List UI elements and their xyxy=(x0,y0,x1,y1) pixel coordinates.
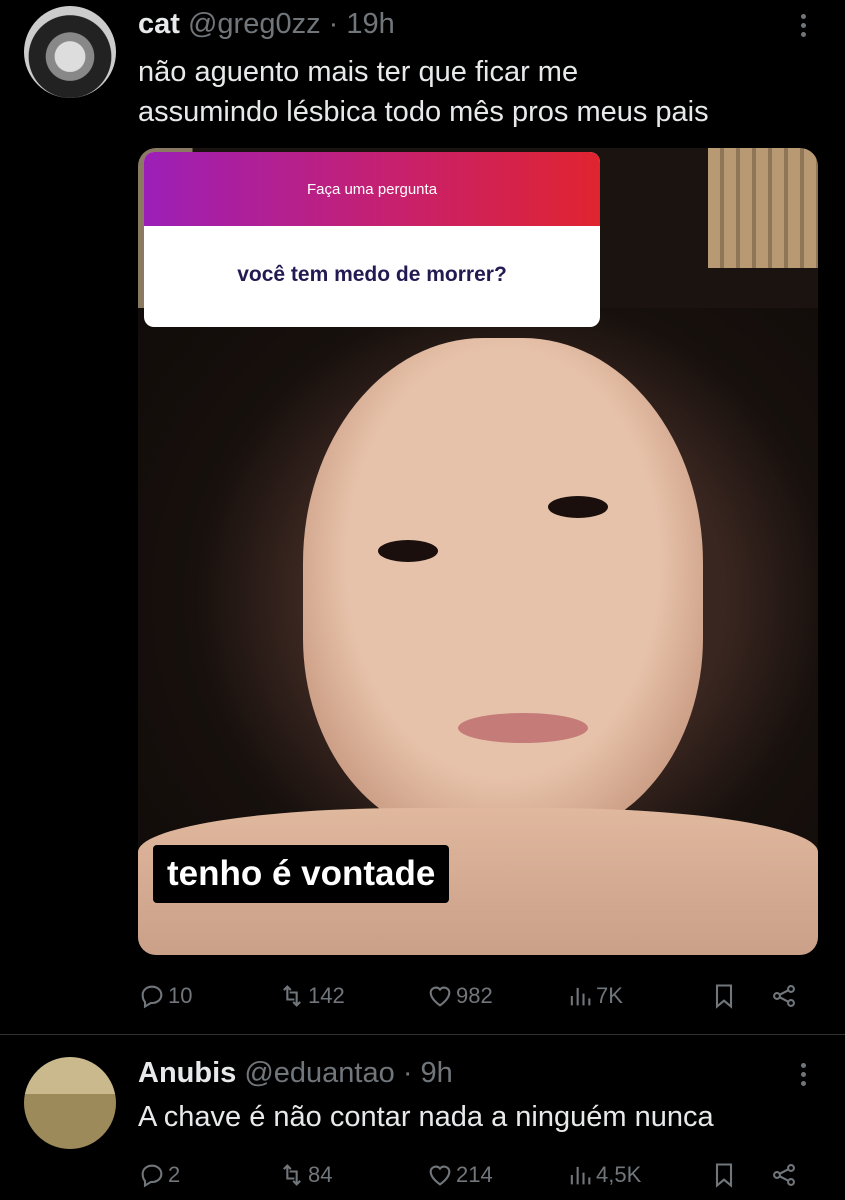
user-handle[interactable]: @eduantao xyxy=(244,1057,394,1089)
tweet-text: A chave é não contar nada a ninguém nunc… xyxy=(138,1097,714,1137)
photo-face xyxy=(303,338,703,838)
avatar[interactable] xyxy=(24,6,116,98)
reply-count: 2 xyxy=(168,1162,181,1187)
tweet-text: não aguento mais ter que ficar me assumi… xyxy=(138,52,709,132)
reply-count: 10 xyxy=(168,983,193,1008)
tweet-text-line: não aguento mais ter que ficar me xyxy=(138,56,579,88)
heart-icon xyxy=(429,986,451,1007)
views-icon xyxy=(570,1166,591,1185)
retweet-icon xyxy=(283,1164,301,1186)
bookmark-icon xyxy=(715,984,733,1009)
like-count: 982 xyxy=(456,983,493,1008)
question-text: você tem medo de morrer? xyxy=(237,263,507,286)
media-caption: tenho é vontade xyxy=(153,845,450,903)
action-bar: 2 84 214 4,5K xyxy=(138,1155,818,1195)
share-icon xyxy=(773,1164,795,1186)
more-icon[interactable] xyxy=(801,1063,807,1090)
display-name[interactable]: Anubis xyxy=(138,1057,236,1089)
reply-icon xyxy=(141,1164,163,1188)
bookmark-button[interactable] xyxy=(710,976,740,1016)
tweet-media[interactable]: Faça uma pergunta você tem medo de morre… xyxy=(138,148,818,955)
display-name[interactable]: cat xyxy=(138,8,180,40)
tweet[interactable]: cat @greg0zz · 19h não aguento mais ter … xyxy=(0,0,845,1034)
views-button[interactable]: 4,5K xyxy=(566,1155,641,1195)
share-icon xyxy=(773,985,795,1007)
like-button[interactable]: 214 xyxy=(426,1155,493,1195)
tweet-text-line: A chave é não contar nada a ninguém nunc… xyxy=(138,1101,714,1133)
views-count: 4,5K xyxy=(596,1162,642,1187)
views-icon xyxy=(570,987,591,1006)
reply-icon xyxy=(141,985,163,1009)
timestamp[interactable]: 9h xyxy=(421,1057,453,1089)
retweet-button[interactable]: 84 xyxy=(278,1155,332,1195)
like-count: 214 xyxy=(456,1162,493,1187)
reply-button[interactable]: 2 xyxy=(138,1155,180,1195)
bookmark-button[interactable] xyxy=(710,1155,740,1195)
question-header: Faça uma pergunta xyxy=(144,152,600,226)
retweet-icon xyxy=(283,985,301,1007)
share-button[interactable] xyxy=(770,976,800,1016)
views-count: 7K xyxy=(596,983,623,1008)
separator: · xyxy=(402,1057,413,1089)
retweet-button[interactable]: 142 xyxy=(278,976,345,1016)
tweet-text-line: assumindo lésbica todo mês pros meus pai… xyxy=(138,96,709,128)
action-bar: 10 142 982 7K xyxy=(138,976,818,1016)
bookmark-icon xyxy=(715,1163,733,1188)
timestamp[interactable]: 19h xyxy=(346,8,394,40)
background-window xyxy=(708,148,818,268)
tweet[interactable]: Anubis @eduantao · 9h A chave é não cont… xyxy=(0,1035,845,1200)
views-button[interactable]: 7K xyxy=(566,976,623,1016)
question-sticker: Faça uma pergunta você tem medo de morre… xyxy=(144,152,600,327)
retweet-count: 142 xyxy=(308,983,345,1008)
photo-eye xyxy=(548,496,608,518)
more-icon[interactable] xyxy=(801,14,807,41)
photo-lips xyxy=(458,713,588,743)
retweet-count: 84 xyxy=(308,1162,333,1187)
photo-eye xyxy=(378,540,438,562)
like-button[interactable]: 982 xyxy=(426,976,493,1016)
separator: · xyxy=(328,8,339,40)
heart-icon xyxy=(429,1165,451,1186)
user-handle[interactable]: @greg0zz xyxy=(188,8,321,40)
tweet-header: Anubis @eduantao · 9h xyxy=(138,1057,453,1090)
avatar[interactable] xyxy=(24,1057,116,1149)
reply-button[interactable]: 10 xyxy=(138,976,192,1016)
tweet-header: cat @greg0zz · 19h xyxy=(138,8,395,41)
share-button[interactable] xyxy=(770,1155,800,1195)
